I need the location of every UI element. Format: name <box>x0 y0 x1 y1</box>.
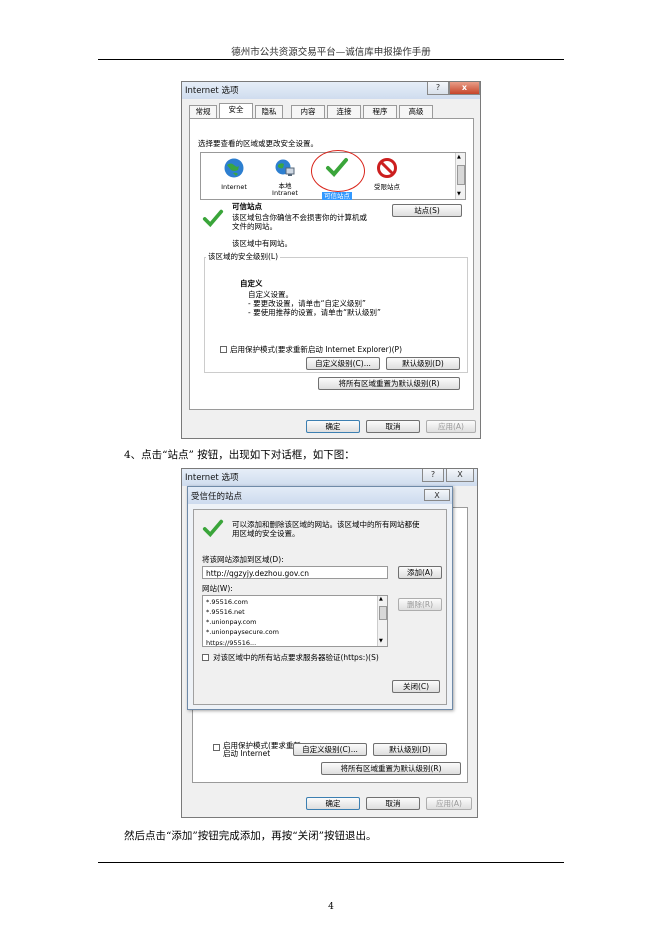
page-header: 德州市公共资源交易平台—诚信库申报操作手册 <box>231 47 431 58</box>
custom-line-2: - 要更改设置，请单击“自定义级别” <box>248 299 366 308</box>
behind-cancel-button[interactable]: 取消 <box>366 797 420 810</box>
behind-reset-all-button[interactable]: 将所有区域重置为默认级别(R) <box>321 762 461 775</box>
zone-restricted-sites[interactable]: 受限站点 <box>367 157 407 191</box>
zone-trusted-label: 可信站点 <box>322 192 352 200</box>
scroll-up-icon[interactable]: ▲ <box>457 153 461 161</box>
tab-advanced[interactable]: 高级 <box>399 105 433 118</box>
scroll-up-icon[interactable]: ▲ <box>379 596 383 602</box>
list-item[interactable]: *.unionpaysecure.com <box>206 628 279 636</box>
footer-rule <box>98 862 564 863</box>
zone-local-intranet[interactable]: 本地 Intranet <box>265 157 305 197</box>
zone-scrollbar[interactable]: ▲ ▼ <box>455 153 465 199</box>
tab-programs[interactable]: 程序 <box>363 105 397 118</box>
zone-list[interactable]: Internet 本地 Intranet 可信站点 受限站点 ▲ ▼ <box>200 150 466 200</box>
tab-general[interactable]: 常规 <box>189 105 217 118</box>
highlight-circle <box>311 150 365 192</box>
default-level-button[interactable]: 默认级别(D) <box>386 357 460 370</box>
zone-title: 可信站点 <box>232 202 262 211</box>
custom-line-1: 自定义设置。 <box>248 290 293 299</box>
custom-line-3: - 要使用推荐的设置，请单击“默认级别” <box>248 308 381 317</box>
internet-options-dialog-background: Internet 选项 ? X 启用保护模式(要求重新 启动 Internet … <box>181 468 478 818</box>
add-site-label: 将该网站添加到区域(D): <box>202 555 284 564</box>
zone-internet[interactable]: Internet <box>213 157 255 191</box>
trusted-sites-close-icon[interactable]: X <box>424 489 450 501</box>
tab-security[interactable]: 安全 <box>219 103 253 119</box>
behind-protected-checkbox[interactable] <box>213 744 220 751</box>
scroll-down-icon[interactable]: ▼ <box>379 638 383 644</box>
tab-privacy[interactable]: 隐私 <box>255 105 283 118</box>
tab-connections[interactable]: 连接 <box>327 105 361 118</box>
list-item[interactable]: *.95516.com <box>206 598 248 606</box>
add-button[interactable]: 添加(A) <box>398 566 442 579</box>
big-checkmark-icon <box>202 209 224 228</box>
https-checkbox-label: 对该区域中的所有站点要求服务器验证(https:)(S) <box>213 653 379 662</box>
scroll-down-icon[interactable]: ▼ <box>457 190 461 198</box>
trusted-sites-info: 可以添加和删除该区域的网站。该区域中的所有网站都使 用区域的安全设置。 <box>232 520 420 538</box>
protected-mode-label: 启用保护模式(要求重新启动 Internet Explorer)(P) <box>230 345 403 354</box>
trusted-sites-dialog: 受信任的站点 X 可以添加和删除该区域的网站。该区域中的所有网站都使 用区域的安… <box>187 486 453 710</box>
ok-button[interactable]: 确定 <box>306 420 360 433</box>
tab-content[interactable]: 内容 <box>291 105 325 118</box>
add-site-input[interactable]: http://qgzyjy.dezhou.gov.cn <box>202 566 388 579</box>
zone-note: 该区域中有网站。 <box>232 239 292 248</box>
help-button[interactable]: ? <box>427 82 449 95</box>
scroll-thumb[interactable] <box>457 165 465 185</box>
security-tab-panel: 选择要查看的区域或更改安全设置。 Internet 本地 Intranet 可信… <box>189 118 474 410</box>
close-button[interactable]: x <box>449 82 480 95</box>
header-rule <box>98 59 564 60</box>
trusted-sites-title: 受信任的站点 <box>191 492 243 502</box>
behind-ok-button[interactable]: 确定 <box>306 797 360 810</box>
cancel-button[interactable]: 取消 <box>366 420 420 433</box>
behind-custom-level-button[interactable]: 自定义级别(C)... <box>293 743 367 756</box>
trusted-sites-body: 可以添加和删除该区域的网站。该区域中的所有网站都使 用区域的安全设置。 将该网站… <box>193 509 447 705</box>
final-paragraph: 然后点击“添加”按钮完成添加，再按“关闭”按钮退出。 <box>124 830 377 842</box>
scroll-thumb[interactable] <box>379 606 387 620</box>
page-number: 4 <box>328 902 334 912</box>
list-item[interactable]: *.unionpay.com <box>206 618 256 626</box>
title-bar: Internet 选项 ? x <box>182 82 480 99</box>
zone-internet-label: Internet <box>221 183 247 191</box>
intranet-icon <box>275 159 295 176</box>
step4-paragraph: 4、点击“站点” 按钮，出现如下对话框，如下图： <box>124 449 355 461</box>
internet-options-dialog: Internet 选项 ? x 常规 安全 隐私 内容 连接 程序 高级 选择要… <box>181 81 481 439</box>
zone-prompt: 选择要查看的区域或更改安全设置。 <box>198 139 318 148</box>
outer-close-button[interactable]: X <box>446 469 474 482</box>
sites-button[interactable]: 站点(S) <box>392 204 462 217</box>
reset-all-zones-button[interactable]: 将所有区域重置为默认级别(R) <box>318 377 460 390</box>
list-item[interactable]: https://95516... <box>206 639 256 646</box>
remove-button[interactable]: 删除(R) <box>398 598 442 611</box>
behind-default-level-button[interactable]: 默认级别(D) <box>373 743 447 756</box>
zone-restricted-label: 受限站点 <box>374 183 400 191</box>
sites-list[interactable]: *.95516.com *.95516.net *.unionpay.com *… <box>202 595 388 647</box>
checkmark-icon <box>202 519 224 538</box>
dialog-title: Internet 选项 <box>185 86 239 96</box>
behind-apply-button[interactable]: 应用(A) <box>426 797 472 810</box>
restricted-icon <box>377 158 397 178</box>
apply-button[interactable]: 应用(A) <box>426 420 476 433</box>
custom-level-button[interactable]: 自定义级别(C)... <box>306 357 380 370</box>
trusted-sites-title-bar: 受信任的站点 X <box>188 487 452 504</box>
list-item[interactable]: *.95516.net <box>206 608 245 616</box>
zone-intranet-label: 本地 Intranet <box>272 182 298 197</box>
zone-description: 该区域包含你确信不会损害你的计算机或 文件的网站。 <box>232 213 367 231</box>
outer-help-button[interactable]: ? <box>422 469 444 482</box>
outer-title-bar: Internet 选项 ? X <box>182 469 477 486</box>
https-checkbox[interactable] <box>202 654 209 661</box>
sites-list-label: 网站(W): <box>202 584 233 593</box>
custom-title: 自定义 <box>240 279 263 288</box>
behind-protected-label: 启用保护模式(要求重新 启动 Internet <box>223 741 301 758</box>
sites-scrollbar[interactable]: ▲ ▼ <box>377 596 387 646</box>
protected-mode-checkbox[interactable] <box>220 346 227 353</box>
security-level-label: 该区域的安全级别(L) <box>206 252 281 261</box>
close-dialog-button[interactable]: 关闭(C) <box>392 680 440 693</box>
outer-dialog-title: Internet 选项 <box>185 473 239 483</box>
globe-icon <box>224 158 244 178</box>
